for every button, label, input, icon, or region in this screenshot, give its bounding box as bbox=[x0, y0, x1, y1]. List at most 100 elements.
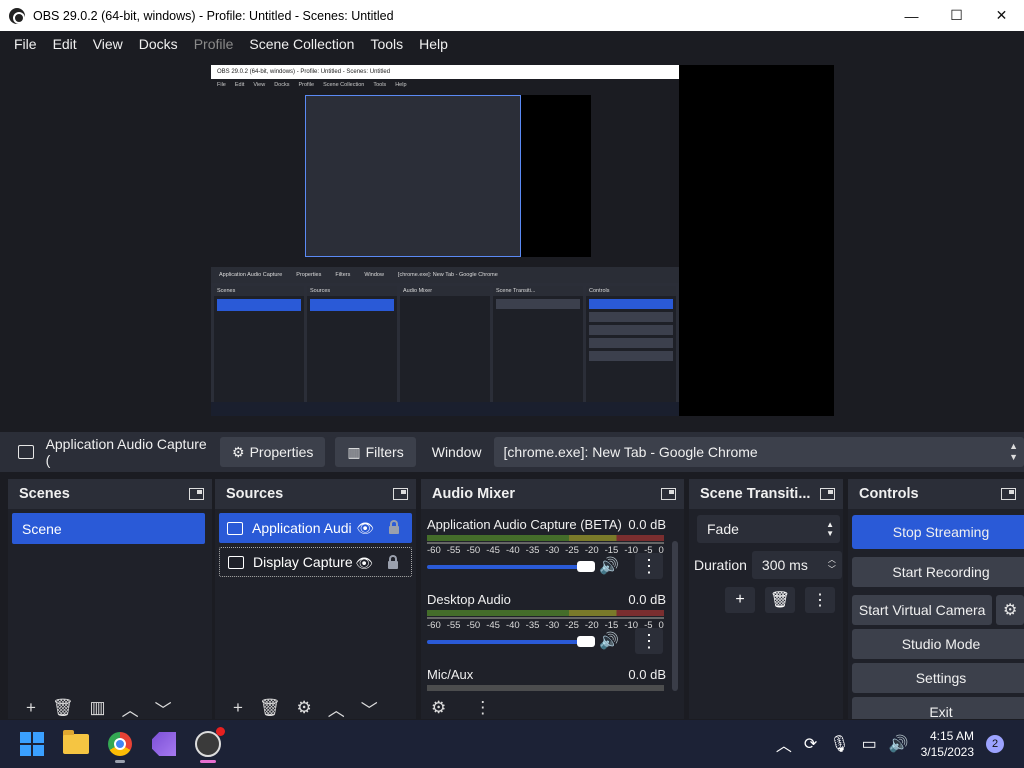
chevron-up-icon[interactable]: ︿ bbox=[776, 732, 792, 756]
start-virtual-camera-button[interactable]: Start Virtual Camera bbox=[852, 595, 993, 625]
speaker-icon[interactable]: 🔊 bbox=[599, 631, 619, 651]
settings-button[interactable]: Settings bbox=[852, 663, 1024, 693]
channel-db: 0.0 dB bbox=[628, 517, 666, 532]
more-options-icon[interactable]: ⋮ bbox=[474, 698, 491, 718]
mini-menu: File Edit View Docks Profile Scene Colle… bbox=[211, 79, 679, 91]
volume-slider-handle[interactable] bbox=[577, 561, 595, 572]
window-titlebar: OBS 29.0.2 (64-bit, windows) - Profile: … bbox=[0, 0, 1024, 31]
mixer-scrollbar[interactable] bbox=[672, 541, 678, 691]
start-button[interactable] bbox=[12, 724, 52, 764]
down-icon[interactable]: ﹀ bbox=[155, 696, 172, 721]
studio-mode-button[interactable]: Studio Mode bbox=[852, 629, 1024, 659]
mini-black-area bbox=[521, 95, 591, 257]
chrome-button[interactable] bbox=[100, 724, 140, 764]
file-explorer-button[interactable] bbox=[56, 724, 96, 764]
eye-icon[interactable]: 👁 bbox=[355, 555, 373, 572]
duration-row: Duration 300 ms ︿ ﹀ bbox=[694, 551, 843, 579]
up-icon[interactable]: ︿ bbox=[122, 696, 139, 721]
undock-icon[interactable] bbox=[661, 488, 676, 500]
mini-menu-item: Docks bbox=[274, 82, 290, 88]
menu-file[interactable]: File bbox=[0, 36, 45, 52]
eye-icon[interactable]: 👁 bbox=[356, 520, 374, 537]
tick-label: -35 bbox=[525, 620, 540, 631]
menu-docks[interactable]: Docks bbox=[131, 36, 186, 52]
channel-name: Application Audio Capture (BETA) bbox=[427, 517, 622, 532]
menu-help[interactable]: Help bbox=[411, 36, 456, 52]
mini-srcbar-item: Filters bbox=[335, 272, 351, 278]
source-item[interactable]: Application Audio Capture (BETA) 👁 bbox=[219, 513, 412, 543]
obs-taskbar-button[interactable] bbox=[188, 724, 228, 764]
undock-icon[interactable] bbox=[189, 488, 204, 500]
tick-label: -45 bbox=[486, 620, 500, 631]
volume-meter-secondary bbox=[427, 617, 664, 619]
close-button[interactable]: ✕ bbox=[979, 0, 1024, 31]
gear-icon[interactable]: ⚙ bbox=[297, 698, 312, 718]
microphone-icon[interactable]: 🎙 bbox=[829, 734, 849, 754]
add-icon[interactable]: + bbox=[26, 698, 36, 718]
undock-icon[interactable] bbox=[820, 488, 835, 500]
properties-button[interactable]: ⚙ Properties bbox=[220, 437, 326, 467]
mini-btn bbox=[589, 325, 673, 335]
menu-edit[interactable]: Edit bbox=[45, 36, 85, 52]
tick-label: -60 bbox=[427, 620, 441, 631]
mini-menu-item: View bbox=[253, 82, 266, 88]
mixer-dock-title: Audio Mixer bbox=[432, 486, 515, 502]
menu-tools[interactable]: Tools bbox=[362, 36, 411, 52]
window-select[interactable]: [chrome.exe]: New Tab - Google Chrome ▲ ▼ bbox=[493, 437, 1024, 467]
display-icon[interactable]: ▭ bbox=[862, 734, 877, 754]
tick-label: -40 bbox=[505, 545, 520, 556]
source-item[interactable]: Display Capture 👁 bbox=[219, 547, 412, 577]
menu-scene-collection[interactable]: Scene Collection bbox=[241, 36, 362, 52]
menu-profile[interactable]: Profile bbox=[186, 36, 242, 52]
tick-label: -20 bbox=[584, 620, 599, 631]
obs-icon bbox=[195, 727, 225, 757]
mini-dock-title: Audio Mixer bbox=[400, 286, 490, 296]
speaker-icon[interactable]: 🔊 bbox=[599, 556, 619, 576]
filters-icon[interactable]: ▥ bbox=[90, 698, 106, 718]
more-options-button[interactable]: ⋮ bbox=[635, 553, 663, 579]
tick-label: -50 bbox=[466, 545, 481, 556]
volume-slider-track[interactable] bbox=[427, 565, 587, 569]
stop-streaming-button[interactable]: Stop Streaming bbox=[852, 515, 1024, 549]
scenes-list: Scene + 🗑 ▥ ︿ ﹀ bbox=[8, 509, 212, 721]
preview-area[interactable]: OBS 29.0.2 (64-bit, windows) - Profile: … bbox=[0, 56, 1024, 432]
scene-item[interactable]: Scene bbox=[12, 513, 205, 544]
transition-properties-button[interactable]: ⋮ bbox=[805, 587, 835, 613]
volume-meter bbox=[427, 535, 664, 541]
virtual-camera-settings-button[interactable]: ⚙ bbox=[996, 595, 1024, 625]
menu-view[interactable]: View bbox=[85, 36, 131, 52]
undock-icon[interactable] bbox=[1001, 488, 1016, 500]
down-icon[interactable]: ﹀ bbox=[361, 696, 378, 721]
maximize-button[interactable]: ☐ bbox=[934, 0, 979, 31]
start-recording-button[interactable]: Start Recording bbox=[852, 557, 1024, 587]
lock-icon[interactable] bbox=[388, 520, 400, 534]
spin-arrows-icon[interactable]: ︿ ﹀ bbox=[828, 555, 836, 575]
visual-studio-button[interactable] bbox=[144, 724, 184, 764]
preview-canvas[interactable]: OBS 29.0.2 (64-bit, windows) - Profile: … bbox=[211, 65, 834, 416]
undock-icon[interactable] bbox=[393, 488, 408, 500]
exit-button[interactable]: Exit bbox=[852, 697, 1024, 719]
more-options-button[interactable]: ⋮ bbox=[635, 628, 663, 654]
trash-icon[interactable]: 🗑 bbox=[259, 698, 281, 718]
sync-icon[interactable]: ⟳ bbox=[804, 734, 817, 754]
up-icon[interactable]: ︿ bbox=[328, 696, 345, 721]
add-transition-button[interactable]: + bbox=[725, 587, 755, 613]
transitions-body: Fade ▲ ▼ Duration 300 ms ︿ ﹀ + 🗑 ⋮ bbox=[689, 509, 843, 719]
add-icon[interactable]: + bbox=[233, 698, 243, 718]
transition-select[interactable]: Fade ▲ ▼ bbox=[697, 515, 840, 543]
volume-slider-track[interactable] bbox=[427, 640, 587, 644]
notification-badge[interactable]: 2 bbox=[986, 735, 1004, 753]
lock-icon[interactable] bbox=[387, 555, 399, 569]
gear-icon[interactable]: ⚙ bbox=[431, 698, 446, 718]
minimize-button[interactable]: — bbox=[889, 0, 934, 31]
filters-button[interactable]: ▥ Filters bbox=[335, 437, 416, 467]
controls-dock-header: Controls bbox=[848, 479, 1024, 509]
volume-icon[interactable]: 🔊 bbox=[889, 734, 909, 754]
trash-icon[interactable]: 🗑 bbox=[52, 698, 74, 718]
controls-body: Stop Streaming Start Recording Start Vir… bbox=[848, 509, 1024, 719]
remove-transition-button[interactable]: 🗑 bbox=[765, 587, 795, 613]
volume-slider-handle[interactable] bbox=[577, 636, 595, 647]
scenes-dock-title: Scenes bbox=[19, 486, 70, 502]
clock[interactable]: 4:15 AM 3/15/2023 bbox=[921, 728, 974, 760]
duration-spinbox[interactable]: 300 ms ︿ ﹀ bbox=[751, 551, 842, 579]
